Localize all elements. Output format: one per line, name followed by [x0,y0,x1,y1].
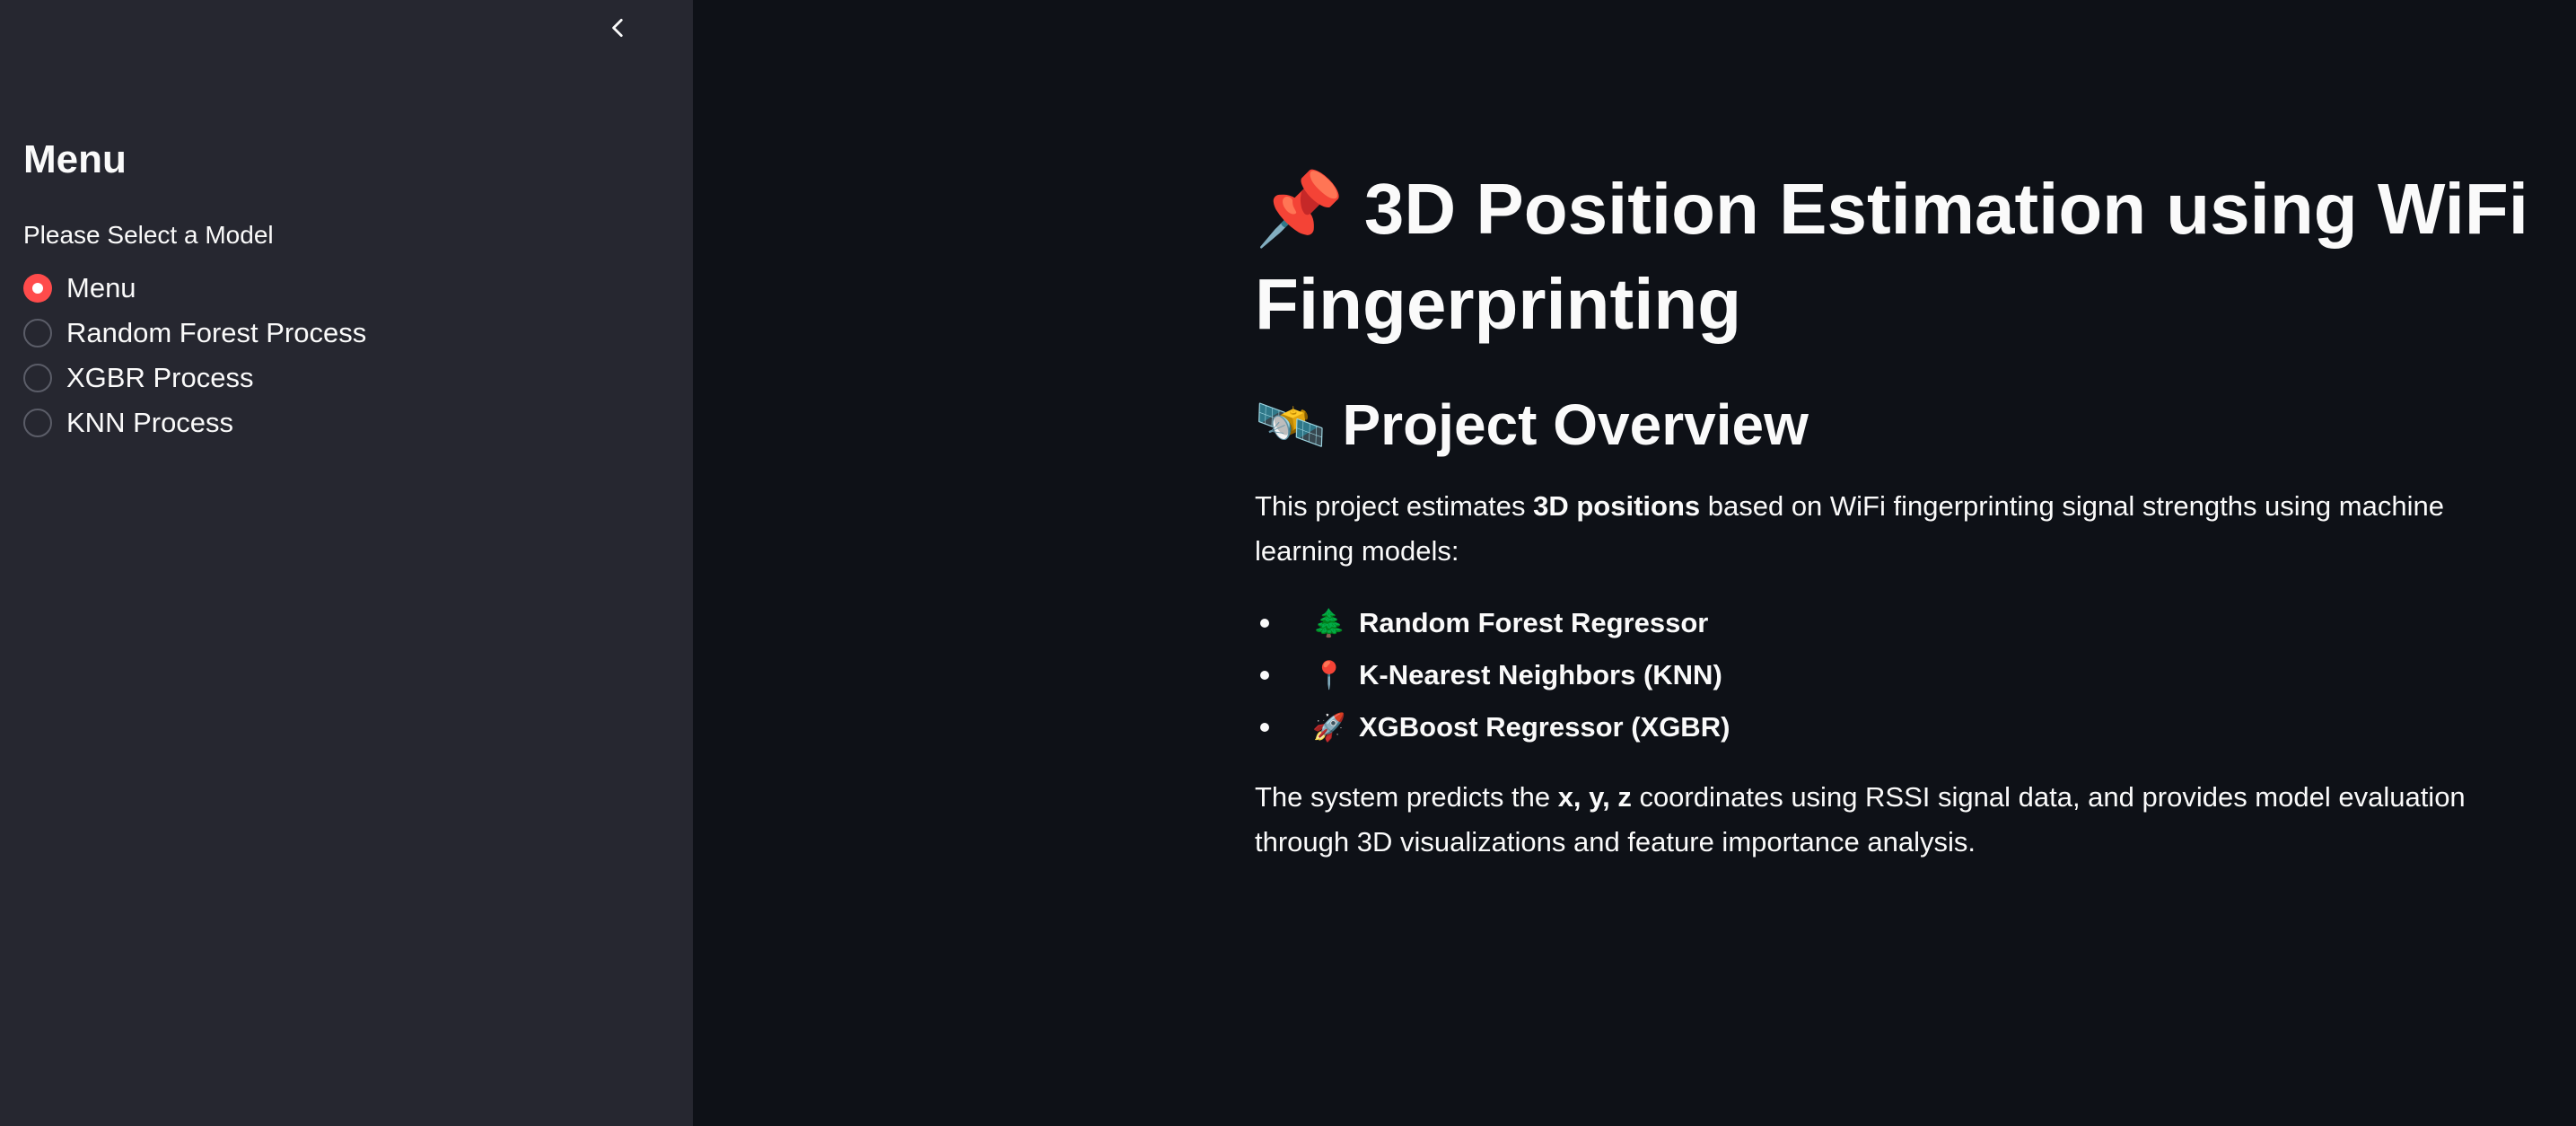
list-item: 🌲 Random Forest Regressor [1260,597,2529,649]
radio-option-random-forest[interactable]: Random Forest Process [23,311,366,356]
overview-heading: 🛰️ Project Overview [1255,384,2529,466]
intro-text-bold: 3D positions [1533,490,1701,522]
radio-option-label: Menu [66,272,136,303]
page-title: 📌 3D Position Estimation using WiFi Fing… [1255,162,2529,352]
model-radio-label: Please Select a Model [23,221,274,249]
radio-button[interactable] [23,319,52,347]
app: Menu Please Select a Model Menu Random F… [0,0,2576,1126]
bullet-icon [1260,619,1269,628]
radio-option-label: Random Forest Process [66,317,367,348]
summary-text-bold: x, y, z [1557,781,1632,813]
round-pushpin-icon: 📍 [1312,659,1346,691]
radio-option-knn[interactable]: KNN Process [23,400,366,445]
radio-button[interactable] [23,364,52,392]
chevron-left-icon [612,18,623,38]
satellite-icon: 🛰️ [1255,392,1327,459]
sidebar-title: Menu [23,137,127,181]
tree-icon: 🌲 [1312,607,1346,639]
radio-button[interactable] [23,409,52,437]
main-content: 📌 3D Position Estimation using WiFi Fing… [1255,162,2529,865]
pushpin-icon: 📌 [1255,167,1345,251]
radio-button-checked[interactable] [23,274,52,303]
model-list: 🌲 Random Forest Regressor 📍 K-Nearest Ne… [1255,597,2529,753]
bullet-icon [1260,723,1269,732]
list-item: 📍 K-Nearest Neighbors (KNN) [1260,649,2529,701]
radio-option-label: KNN Process [66,407,234,438]
radio-option-xgbr[interactable]: XGBR Process [23,356,366,400]
radio-option-menu[interactable]: Menu [23,266,366,311]
summary-paragraph: The system predicts the x, y, z coordina… [1255,775,2529,865]
bullet-icon [1260,671,1269,680]
sidebar: Menu Please Select a Model Menu Random F… [0,0,693,1126]
summary-text-start: The system predicts the [1255,781,1558,813]
intro-paragraph: This project estimates 3D positions base… [1255,484,2529,574]
overview-heading-text: Project Overview [1342,392,1809,457]
radio-option-label: XGBR Process [66,362,254,393]
intro-text-start: This project estimates [1255,490,1534,522]
list-item: 🚀 XGBoost Regressor (XGBR) [1260,701,2529,753]
model-label: K-Nearest Neighbors (KNN) [1359,659,1722,691]
rocket-icon: 🚀 [1312,711,1346,743]
model-radio-group: Menu Random Forest Process XGBR Process … [23,266,366,445]
collapse-sidebar-button[interactable] [600,9,637,47]
model-label: Random Forest Regressor [1359,607,1709,638]
model-label: XGBoost Regressor (XGBR) [1359,711,1730,743]
page-title-text: 3D Position Estimation using WiFi Finger… [1255,169,2528,344]
